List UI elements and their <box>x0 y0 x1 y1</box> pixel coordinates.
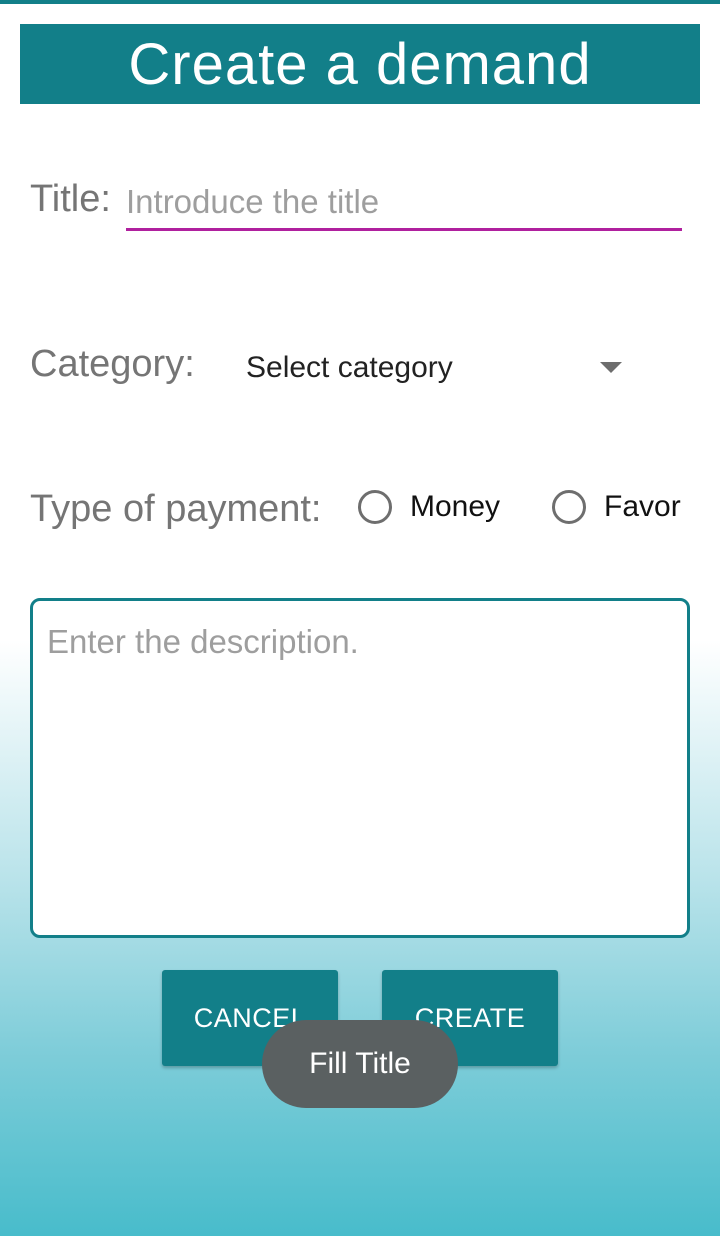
description-textarea[interactable] <box>30 598 690 938</box>
payment-money-label: Money <box>410 490 501 523</box>
category-dropdown[interactable]: Select category <box>246 340 636 396</box>
category-label: Category: <box>30 343 195 385</box>
page-title: Create a demand <box>128 31 592 97</box>
toast-notification: Fill Title <box>262 1020 458 1108</box>
radio-unchecked-icon <box>552 490 586 524</box>
payment-favor-label: Favor <box>604 490 681 523</box>
title-input[interactable] <box>126 176 682 231</box>
payment-money-radio[interactable]: Money <box>358 484 500 530</box>
title-label: Title: <box>30 178 111 220</box>
top-accent-line <box>0 0 720 4</box>
header-banner: Create a demand <box>20 24 700 104</box>
radio-unchecked-icon <box>358 490 392 524</box>
chevron-down-icon <box>600 362 622 373</box>
payment-type-label: Type of payment: <box>30 488 322 530</box>
payment-favor-radio[interactable]: Favor <box>552 484 681 530</box>
category-selected-value: Select category <box>246 351 453 384</box>
toast-message: Fill Title <box>309 1047 411 1080</box>
